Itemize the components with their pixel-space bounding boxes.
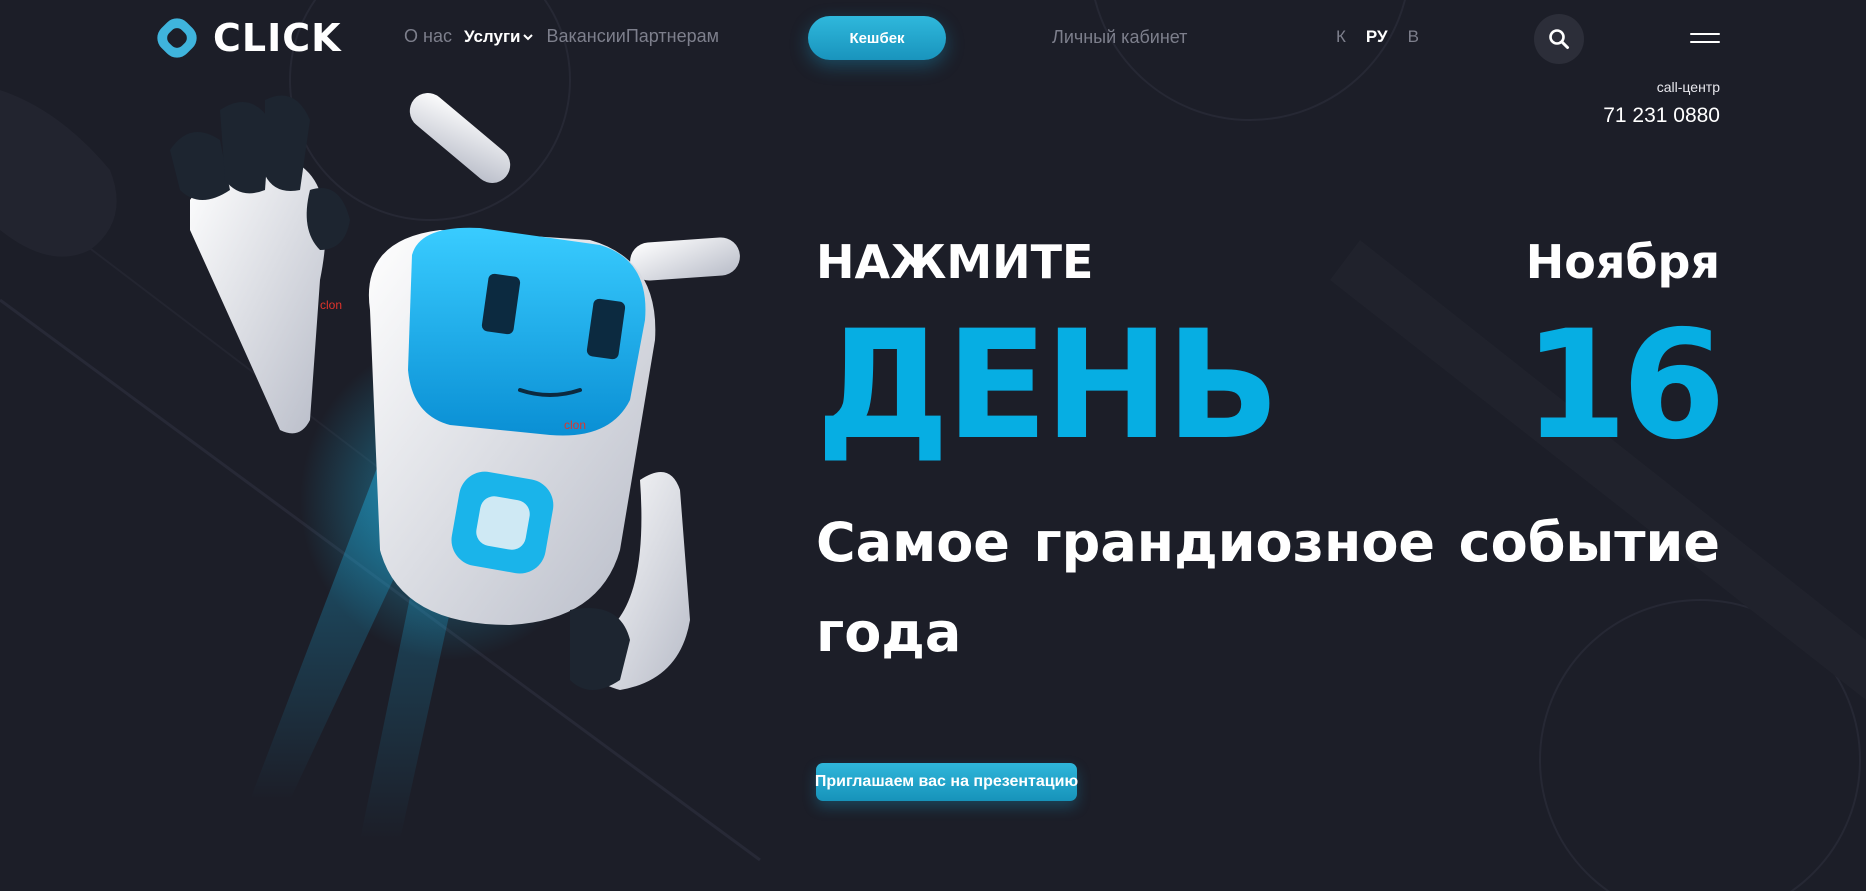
- robot-illustration: [170, 93, 740, 840]
- search-button[interactable]: [1534, 14, 1584, 64]
- robot-tag: clon: [320, 298, 343, 312]
- call-center-label: call-центр: [1656, 79, 1720, 95]
- personal-cabinet-link[interactable]: Личный кабинет: [1052, 27, 1187, 48]
- lang-option-ru[interactable]: РУ: [1366, 27, 1388, 47]
- hero-section: НАЖМИТЕ Ноября ДЕНЬ 16 Самое грандиозное…: [816, 232, 1726, 678]
- robot-mascot: clon clon: [150, 80, 770, 840]
- logo-text: CLICK: [213, 16, 342, 60]
- hero-subtitle: Самое грандиозное событие года: [816, 511, 1720, 664]
- language-switcher: К РУ В: [1336, 27, 1419, 47]
- chevron-down-icon: [523, 33, 534, 40]
- nav-item-about[interactable]: О нас: [404, 26, 452, 47]
- hero-press-label: НАЖМИТЕ: [816, 235, 1094, 289]
- main-nav: О нас Услуги Вакансии Партнерам: [404, 26, 719, 47]
- invite-presentation-button[interactable]: Приглашаем вас на презентацию: [815, 763, 1078, 801]
- robot-tag: clon: [564, 418, 587, 432]
- lang-option-k[interactable]: К: [1336, 27, 1346, 47]
- nav-item-services[interactable]: Услуги: [464, 27, 535, 47]
- cashback-button[interactable]: Кешбек: [808, 16, 946, 60]
- hero-day-number: 16: [1523, 299, 1726, 473]
- click-logo-icon: [157, 18, 197, 58]
- nav-item-services-label: Услуги: [463, 26, 521, 46]
- call-center-phone[interactable]: 71 231 0880: [1603, 104, 1720, 128]
- menu-icon[interactable]: [1690, 28, 1720, 48]
- lang-option-v[interactable]: В: [1408, 27, 1419, 47]
- search-icon: [1549, 29, 1569, 49]
- nav-item-vacancies[interactable]: Вакансии: [546, 26, 625, 47]
- hero-month: Ноября: [1525, 235, 1720, 289]
- click-logo[interactable]: CLICK: [153, 14, 342, 62]
- hero-date-row: ДЕНЬ 16: [816, 299, 1726, 473]
- nav-item-partners[interactable]: Партнерам: [626, 26, 719, 47]
- hero-day-label: ДЕНЬ: [816, 299, 1280, 473]
- hero-top-row: НАЖМИТЕ Ноября: [816, 232, 1720, 292]
